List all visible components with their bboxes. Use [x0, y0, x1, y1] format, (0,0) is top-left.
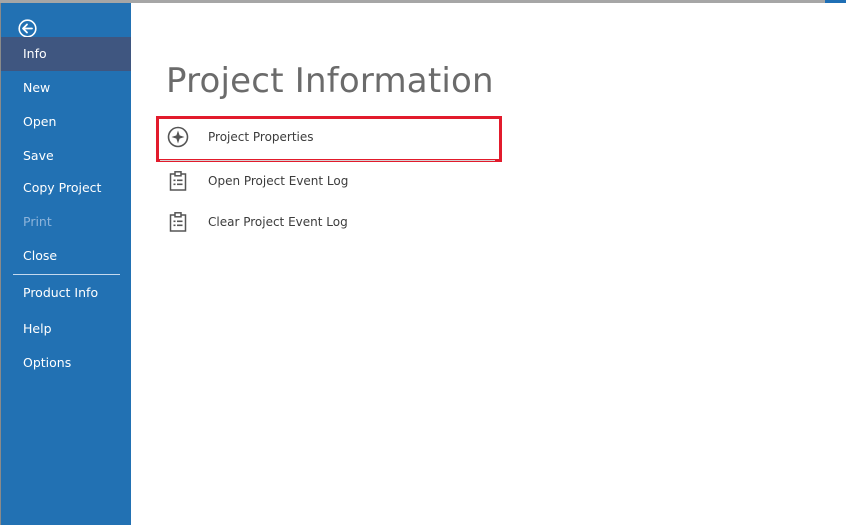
- sidebar-item-info[interactable]: Info: [1, 37, 131, 71]
- sidebar-item-save[interactable]: Save: [1, 139, 131, 173]
- clear-event-log-button[interactable]: Clear Project Event Log: [159, 202, 495, 242]
- project-properties-label: Project Properties: [208, 130, 314, 144]
- sidebar-item-options[interactable]: Options: [1, 346, 131, 380]
- clear-event-log-label: Clear Project Event Log: [208, 215, 348, 229]
- clipboard-list-icon: [167, 211, 189, 233]
- main-content: Project Information Project Properties O…: [131, 3, 846, 525]
- project-properties-button[interactable]: Project Properties: [159, 117, 495, 157]
- sidebar-item-new[interactable]: New: [1, 71, 131, 105]
- sidebar-item-copy-project[interactable]: Copy Project: [1, 171, 131, 205]
- back-arrow-icon: [18, 19, 37, 38]
- open-event-log-label: Open Project Event Log: [208, 174, 349, 188]
- compass-star-icon: [167, 126, 189, 148]
- backstage-sidebar: Info New Open Save Copy Project Print Cl…: [0, 3, 131, 525]
- sidebar-item-open[interactable]: Open: [1, 105, 131, 139]
- back-button[interactable]: [18, 19, 37, 38]
- page-title: Project Information: [166, 61, 494, 101]
- sidebar-item-product-info[interactable]: Product Info: [1, 276, 131, 310]
- sidebar-divider: [13, 274, 120, 275]
- sidebar-item-print: Print: [23, 214, 52, 229]
- sidebar-item-help[interactable]: Help: [1, 312, 131, 346]
- open-event-log-button[interactable]: Open Project Event Log: [159, 161, 495, 201]
- clipboard-list-icon: [167, 170, 189, 192]
- sidebar-item-close[interactable]: Close: [1, 239, 131, 273]
